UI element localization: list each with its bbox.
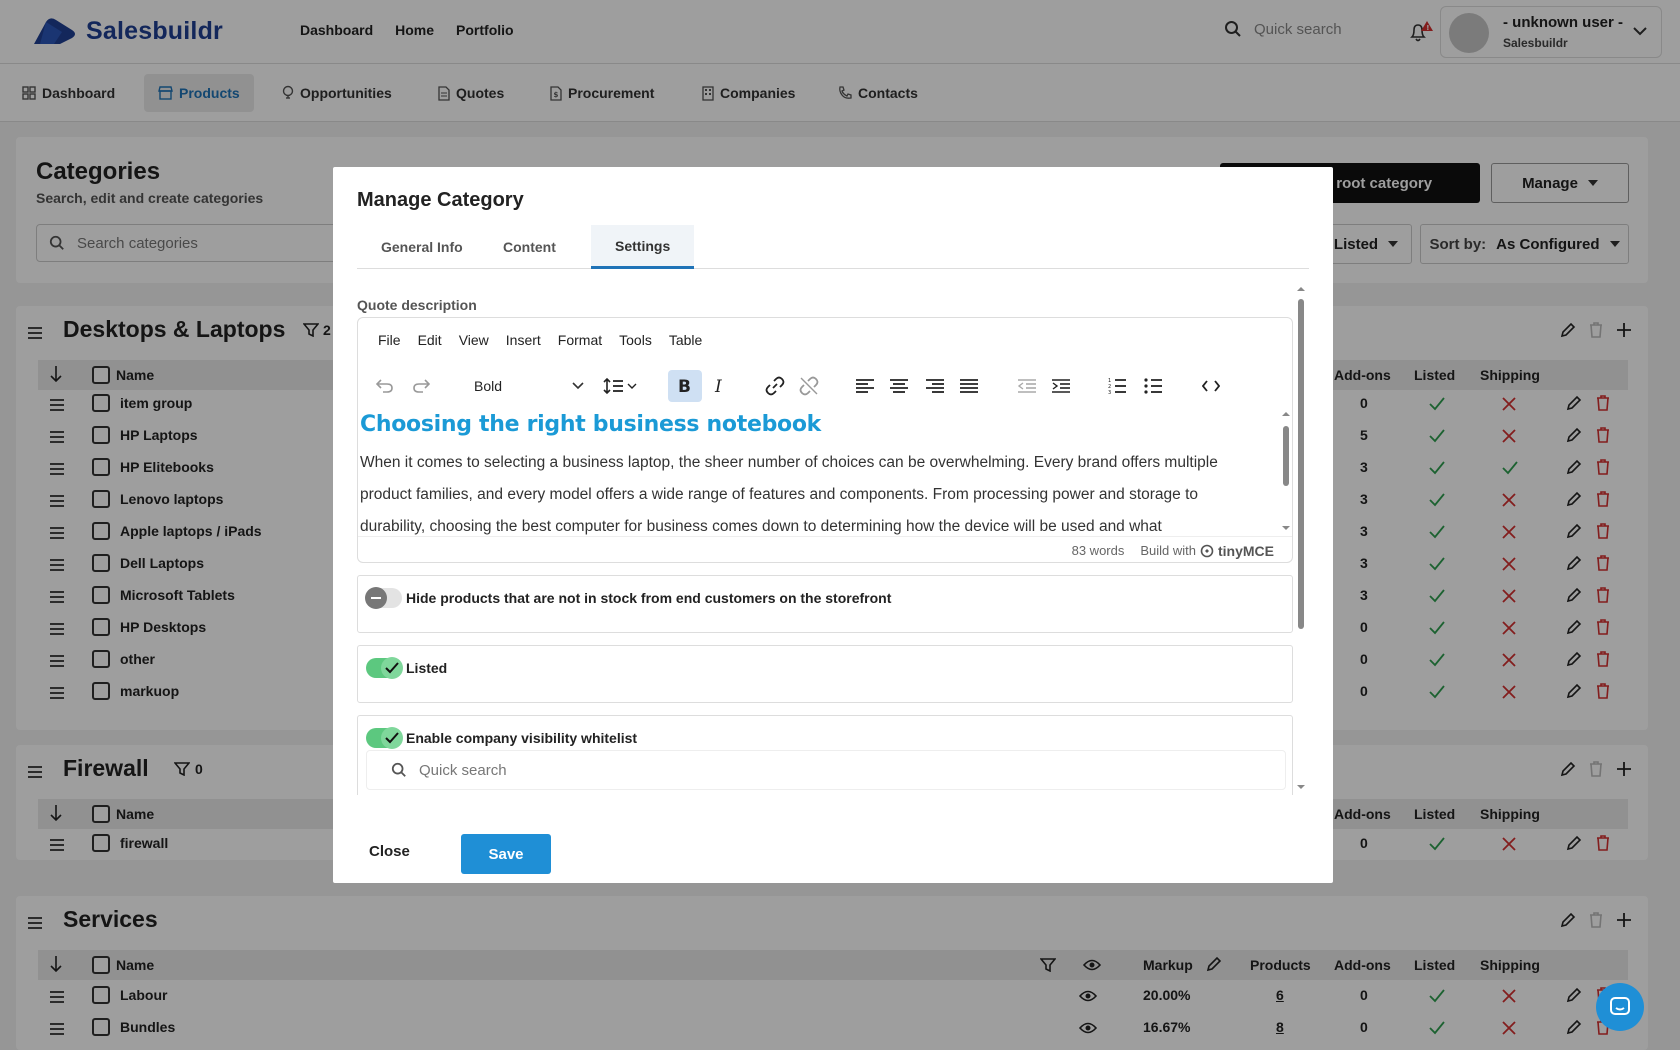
italic-icon: I — [714, 378, 722, 394]
modal-scroll-thumb[interactable] — [1298, 299, 1304, 629]
indent-button[interactable] — [1044, 370, 1078, 402]
source-code-button[interactable] — [1194, 370, 1228, 402]
menu-file[interactable]: File — [378, 332, 401, 348]
option-hide-out-of-stock: Hide products that are not in stock from… — [357, 575, 1293, 633]
line-height-icon — [603, 377, 637, 395]
editor-scrollbar[interactable] — [1280, 408, 1292, 536]
undo-button[interactable] — [368, 370, 402, 402]
menu-insert[interactable]: Insert — [506, 332, 541, 348]
svg-text:3: 3 — [1108, 390, 1111, 394]
align-right-button[interactable] — [918, 370, 952, 402]
menu-view[interactable]: View — [459, 332, 489, 348]
toggle-listed[interactable] — [366, 657, 403, 679]
align-center-button[interactable] — [882, 370, 916, 402]
menu-table[interactable]: Table — [669, 332, 702, 348]
option-company-whitelist: Enable company visibility whitelist Quic… — [357, 715, 1293, 795]
toggle-hide-out-of-stock[interactable] — [365, 587, 402, 609]
editor-menubar: File Edit View Insert Format Tools Table — [378, 332, 702, 348]
toggle-knob — [381, 657, 403, 679]
whitelist-search-placeholder: Quick search — [419, 761, 507, 779]
option-label: Hide products that are not in stock from… — [406, 590, 892, 606]
search-icon — [391, 762, 406, 777]
modal-tabs: General Info Content Settings — [357, 225, 1309, 269]
undo-icon — [376, 379, 393, 393]
svg-text:B: B — [678, 378, 691, 394]
unlink-icon — [799, 376, 819, 396]
minus-icon — [371, 597, 381, 599]
tinymce-branding[interactable]: Build with tinyMCE — [1140, 543, 1274, 559]
editor-toolbar: Bold B I 123 — [358, 366, 1292, 408]
align-center-icon — [890, 379, 908, 393]
indent-icon — [1052, 379, 1070, 393]
editor-scroll-thumb[interactable] — [1283, 426, 1289, 486]
option-listed: Listed — [357, 645, 1293, 703]
quote-description-label: Quote description — [357, 297, 477, 313]
bullet-list-icon — [1144, 378, 1162, 394]
numbered-list-button[interactable]: 123 — [1100, 370, 1134, 402]
redo-button[interactable] — [404, 370, 438, 402]
whitelist-search-input[interactable]: Quick search — [366, 750, 1286, 790]
check-icon — [385, 662, 399, 674]
rich-text-editor[interactable]: File Edit View Insert Format Tools Table… — [357, 317, 1293, 563]
align-left-button[interactable] — [848, 370, 882, 402]
chat-icon — [1610, 997, 1630, 1015]
svg-text:I: I — [714, 378, 722, 394]
menu-tools[interactable]: Tools — [619, 332, 652, 348]
branding-name: tinyMCE — [1218, 542, 1274, 559]
manage-category-modal: Manage Category General Info Content Set… — [333, 167, 1333, 883]
block-format-select[interactable]: Bold — [466, 370, 590, 402]
editor-content[interactable]: Choosing the right business notebook Whe… — [358, 408, 1280, 536]
close-button[interactable]: Close — [359, 835, 420, 868]
insert-link-button[interactable] — [758, 370, 792, 402]
chevron-down-icon — [572, 382, 584, 390]
scroll-up-icon — [1297, 287, 1305, 291]
menu-edit[interactable]: Edit — [418, 332, 442, 348]
modal-title: Manage Category — [357, 189, 524, 211]
block-format-value: Bold — [474, 378, 503, 394]
menu-format[interactable]: Format — [558, 332, 602, 348]
modal-scrollbar[interactable] — [1295, 285, 1307, 795]
numbered-list-icon: 123 — [1108, 378, 1126, 394]
align-justify-icon — [960, 379, 978, 393]
align-right-icon — [926, 379, 944, 393]
toggle-knob — [381, 727, 403, 749]
save-button[interactable]: Save — [461, 834, 551, 874]
italic-button[interactable]: I — [702, 370, 736, 402]
bullet-list-button[interactable] — [1136, 370, 1170, 402]
chat-launcher-button[interactable] — [1596, 983, 1644, 1031]
tab-general-info[interactable]: General Info — [357, 225, 487, 269]
scroll-down-icon — [1282, 526, 1290, 530]
toggle-company-whitelist[interactable] — [366, 727, 403, 749]
scroll-down-icon — [1297, 785, 1305, 789]
branding-prefix: Build with — [1140, 543, 1196, 558]
toggle-knob — [365, 587, 387, 609]
option-label: Enable company visibility whitelist — [406, 730, 638, 746]
editor-statusbar: 83 words Build with tinyMCE — [358, 536, 1292, 562]
align-left-icon — [856, 379, 874, 393]
tab-content[interactable]: Content — [479, 225, 580, 269]
editor-paragraph: When it comes to selecting a business la… — [360, 454, 1218, 535]
align-justify-button[interactable] — [952, 370, 986, 402]
option-label: Listed — [406, 660, 448, 676]
tab-settings[interactable]: Settings — [591, 225, 695, 269]
editor-heading: Choosing the right business notebook — [360, 412, 821, 437]
link-icon — [765, 376, 785, 396]
code-icon — [1202, 380, 1220, 392]
line-height-button[interactable] — [598, 370, 644, 402]
redo-icon — [413, 379, 430, 393]
outdent-icon — [1018, 379, 1036, 393]
outdent-button[interactable] — [1010, 370, 1044, 402]
word-count: 83 words — [1071, 543, 1125, 558]
bold-icon: B — [678, 378, 691, 394]
tinymce-logo-icon — [1200, 544, 1214, 557]
bold-button[interactable]: B — [668, 370, 702, 402]
scroll-up-icon — [1282, 412, 1290, 416]
modal-scroll-area[interactable]: Quote description File Edit View Insert … — [357, 285, 1313, 795]
unlink-button[interactable] — [792, 370, 826, 402]
check-icon — [385, 732, 399, 744]
